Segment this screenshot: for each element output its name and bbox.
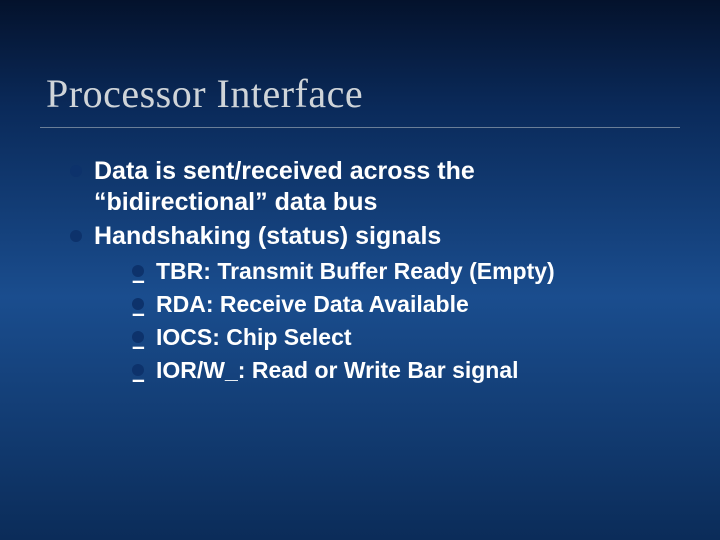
slide: Processor Interface Data is sent/receive… <box>0 0 720 540</box>
sub-item-text: IOCS: Chip Select <box>156 324 352 350</box>
sub-item-text: TBR: Transmit Buffer Ready (Empty) <box>156 258 555 284</box>
bullet-text: Data is sent/received across the “bidire… <box>94 157 475 216</box>
bullet-text: Handshaking (status) signals <box>94 222 441 250</box>
bullet-list: Data is sent/received across the “bidire… <box>70 156 650 386</box>
sub-item-text: IOR/W_: Read or Write Bar signal <box>156 357 519 383</box>
sub-item: IOCS: Chip Select <box>132 322 650 353</box>
sub-item: IOR/W_: Read or Write Bar signal <box>132 355 650 386</box>
sub-item: TBR: Transmit Buffer Ready (Empty) <box>132 256 650 287</box>
bullet-item: Handshaking (status) signals TBR: Transm… <box>70 221 650 386</box>
bullet-item: Data is sent/received across the “bidire… <box>70 156 650 219</box>
content-area: Data is sent/received across the “bidire… <box>0 128 720 386</box>
sub-item-text: RDA: Receive Data Available <box>156 291 469 317</box>
sub-list: TBR: Transmit Buffer Ready (Empty) RDA: … <box>94 256 650 386</box>
sub-item: RDA: Receive Data Available <box>132 289 650 320</box>
slide-title: Processor Interface <box>0 0 720 123</box>
